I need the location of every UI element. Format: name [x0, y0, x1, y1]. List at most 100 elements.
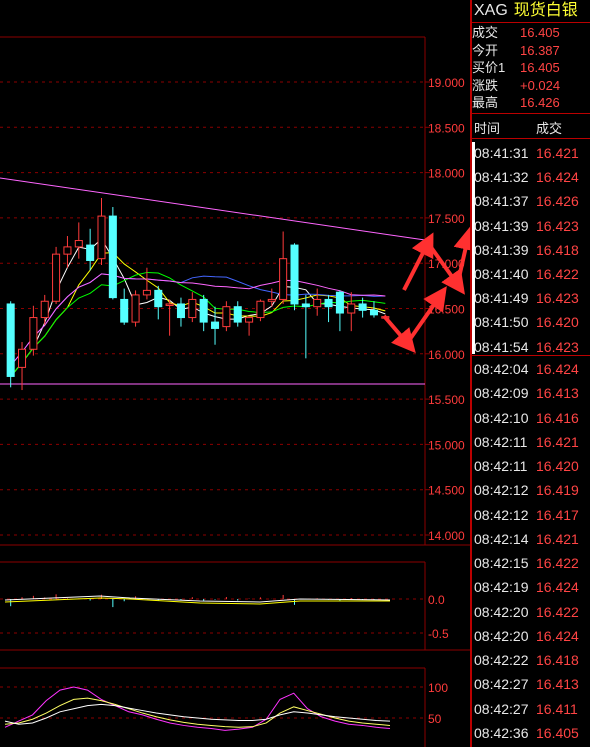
annotation-arrows	[382, 225, 470, 354]
candle-body	[52, 253, 61, 302]
tick-row[interactable]: 08:42:04 16.424	[472, 357, 590, 381]
tick-price: 16.423	[536, 290, 579, 307]
quote-label: 涨跌	[472, 77, 499, 93]
tick-time: 08:41:39	[474, 217, 529, 234]
candle-body	[233, 306, 242, 323]
tick-price: 16.421	[536, 530, 579, 547]
candle-body	[335, 291, 344, 314]
ma10-line	[10, 252, 386, 377]
tick-price: 16.416	[536, 409, 579, 426]
tick-row[interactable]: 08:42:27 16.411	[472, 697, 590, 721]
tick-row[interactable]: 08:42:11 16.421	[472, 430, 590, 454]
quote-value: 16.405	[520, 60, 560, 76]
quote-row: 最高 16.426	[472, 94, 590, 111]
tick-row[interactable]: 08:41:50 16.420	[472, 310, 590, 334]
macd-tick-label: -0.5	[428, 627, 449, 641]
tick-row[interactable]: 08:42:11 16.420	[472, 454, 590, 478]
candle-body	[120, 298, 129, 323]
tick-price: 16.413	[536, 385, 579, 402]
tick-time: 08:41:54	[474, 338, 529, 355]
arrow-down-1	[382, 314, 416, 354]
tick-row[interactable]: 08:41:40 16.422	[472, 262, 590, 286]
tick-row[interactable]: 08:42:10 16.416	[472, 406, 590, 430]
tick-time: 08:42:15	[474, 555, 529, 571]
tick-price: 16.424	[536, 579, 579, 596]
tick-row[interactable]: 08:41:37 16.426	[472, 189, 590, 213]
quote-divider	[470, 113, 590, 114]
candle-body	[267, 298, 276, 302]
tick-price: 16.411	[536, 700, 578, 717]
tick-price: 16.421	[536, 145, 579, 161]
tick-row[interactable]: 08:42:12 16.419	[472, 478, 590, 502]
quote-row: 买价1 16.405	[472, 59, 590, 76]
candle-body	[369, 309, 378, 316]
tick-time: 08:42:19	[474, 579, 529, 596]
tick-time: 08:41:32	[474, 169, 529, 186]
axis-tick-label: 15.000	[428, 438, 465, 452]
tick-row[interactable]: 08:41:31 16.421	[472, 141, 590, 165]
macd-panel: 0.0 -0.5	[0, 561, 470, 651]
axis-tick-label: 15.500	[428, 393, 465, 407]
candle-body	[199, 298, 208, 323]
quote-label: 买价1	[472, 60, 506, 76]
candle-body	[256, 300, 265, 319]
tick-row[interactable]: 08:41:39 16.423	[472, 214, 590, 238]
quote-label: 最高	[472, 95, 499, 111]
quote-value: 16.426	[520, 95, 560, 111]
candle-body	[347, 303, 356, 314]
tick-row[interactable]: 08:42:15 16.422	[472, 551, 590, 575]
chart-grid	[0, 36, 470, 546]
candle-body	[279, 258, 288, 300]
tick-row[interactable]: 08:42:22 16.418	[472, 648, 590, 672]
tick-price: 16.423	[536, 338, 579, 355]
candle-body	[245, 317, 254, 323]
tick-row[interactable]: 08:42:20 16.422	[472, 600, 590, 624]
tick-row[interactable]: 08:42:20 16.424	[472, 624, 590, 648]
tick-price: 16.421	[536, 433, 579, 450]
candle-body	[165, 303, 174, 306]
tick-price: 16.426	[536, 193, 579, 210]
macd-tick-label: 0.0	[428, 593, 445, 607]
kline-chart[interactable]: 19.00018.50018.00017.50017.00016.50016.0…	[0, 0, 470, 747]
tick-time: 08:41:40	[474, 266, 529, 282]
tick-time: 08:41:49	[474, 290, 529, 307]
candle-body	[63, 246, 72, 255]
axis-tick-label: 17.500	[428, 212, 465, 226]
ticks-price-header: 成交	[536, 121, 563, 136]
candle-body	[18, 348, 27, 368]
candle-body	[29, 317, 38, 350]
tick-row[interactable]: 08:42:36 16.405	[472, 721, 590, 745]
tick-time: 08:42:20	[474, 627, 529, 644]
trend-lines	[0, 177, 426, 385]
kdj-j-line	[4, 703, 391, 725]
tick-price: 16.405	[536, 724, 579, 741]
candle-body	[313, 298, 322, 308]
candle-body	[176, 303, 185, 319]
tick-row[interactable]: 08:42:14 16.421	[472, 527, 590, 551]
tick-row[interactable]: 08:42:19 16.424	[472, 575, 590, 599]
tick-row[interactable]: 08:42:12 16.417	[472, 503, 590, 527]
tick-row[interactable]: 08:41:54 16.423	[472, 335, 590, 359]
moving-average-lines	[10, 238, 386, 377]
header-divider	[470, 22, 590, 23]
candle-body	[6, 303, 15, 377]
tick-row[interactable]: 08:42:27 16.413	[472, 672, 590, 696]
arrow-up-2	[402, 232, 434, 291]
tick-time: 08:41:37	[474, 193, 529, 210]
tick-price: 16.424	[536, 361, 579, 377]
tick-row[interactable]: 08:41:39 16.418	[472, 238, 590, 262]
axis-tick-label: 18.500	[428, 121, 465, 135]
axis-tick-label: 14.500	[428, 484, 465, 498]
axis-tick-label: 18.000	[428, 167, 465, 181]
ma60-line	[10, 273, 386, 366]
tick-row[interactable]: 08:41:49 16.423	[472, 286, 590, 310]
axis-tick-label: 19.000	[428, 76, 465, 90]
tick-price: 16.424	[536, 627, 579, 644]
trend-line-upper	[0, 177, 426, 241]
axis-tick-label: 16.000	[428, 348, 465, 362]
candle-body	[324, 298, 333, 308]
tick-row[interactable]: 08:42:09 16.413	[472, 381, 590, 405]
tick-row[interactable]: 08:41:32 16.424	[472, 165, 590, 189]
tick-price: 16.423	[536, 217, 579, 234]
tick-price: 16.422	[536, 266, 579, 282]
